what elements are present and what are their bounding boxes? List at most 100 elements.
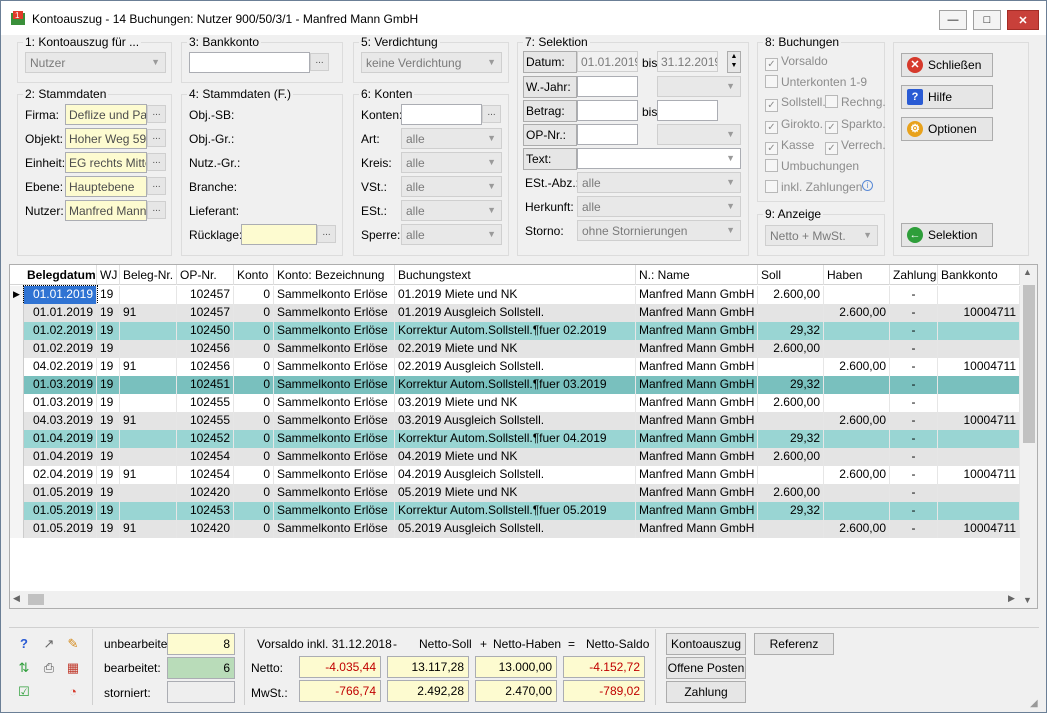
datum-bis-field[interactable]: 31.12.2019 — [657, 51, 718, 72]
vertical-scrollbar[interactable]: ▲ ▼ — [1020, 265, 1037, 608]
sperre-select[interactable]: alle ▼ — [401, 224, 502, 245]
einheit-field[interactable]: EG rechts Mitte, — [65, 152, 147, 173]
opnr-button[interactable]: OP-Nr.: — [523, 124, 577, 146]
table-export-icon[interactable]: ▦ — [62, 657, 84, 679]
text-button[interactable]: Text: — [523, 148, 577, 170]
horizontal-scroll-thumb[interactable] — [28, 594, 44, 605]
scroll-right-icon[interactable]: ▶ — [1008, 593, 1015, 604]
offene-posten-button[interactable]: Offene Posten — [666, 657, 746, 679]
einheit-browse-button[interactable]: ... — [147, 153, 166, 171]
umbuchungen-checkbox[interactable]: Umbuchungen — [765, 159, 859, 173]
ruecklage-field[interactable] — [241, 224, 317, 245]
betrag-von-field[interactable] — [577, 100, 638, 121]
table-row[interactable]: 01.02.2019 19 102450 0 Sammelkonto Erlöse Kor… — [10, 322, 1023, 340]
checkmark-icon[interactable]: ☑ — [13, 681, 35, 703]
hilfe-button[interactable]: ? Hilfe — [901, 85, 993, 109]
kontoauszug-fuer-select[interactable]: Nutzer ▼ — [25, 52, 166, 73]
anzeige-select[interactable]: Netto + MwSt. ▼ — [765, 225, 878, 246]
column-header-konto-bezeichnung[interactable]: Konto: Bezeichnung — [274, 265, 395, 285]
inkl-zahlungen-checkbox[interactable]: inkl. Zahlungen — [765, 180, 862, 194]
opnr-select[interactable]: ▼ — [657, 124, 741, 145]
column-header-soll[interactable]: Soll — [758, 265, 824, 285]
help-icon[interactable]: ? — [13, 633, 35, 655]
table-row[interactable]: 01.03.2019 19 102455 0 Sammelkonto Erlöse 03.… — [10, 394, 1023, 412]
kontoauszug-button[interactable]: Kontoauszug — [666, 633, 746, 655]
ruecklage-browse-button[interactable]: ... — [317, 225, 336, 243]
verrech-checkbox[interactable]: ✓ Verrech. — [825, 138, 886, 155]
column-header-n-name[interactable]: N.: Name — [636, 265, 758, 285]
table-row[interactable]: 04.02.2019 19 91 102456 0 Sammelkonto Erlöse 0… — [10, 358, 1023, 376]
column-header-belegdatum[interactable]: Belegdatum — [24, 265, 97, 285]
vertical-scroll-thumb[interactable] — [1023, 285, 1035, 443]
table-row[interactable]: 04.03.2019 19 91 102455 0 Sammelkonto Erlöse 0… — [10, 412, 1023, 430]
resize-grip-icon[interactable]: ◢ — [1030, 698, 1038, 709]
objekt-field[interactable]: Hoher Weg 59 : — [65, 128, 147, 149]
table-row[interactable]: 01.05.2019 19 102453 0 Sammelkonto Erlöse Kor… — [10, 502, 1023, 520]
scroll-left-icon[interactable]: ◀ — [13, 593, 20, 604]
ebene-field[interactable]: Hauptebene — [65, 176, 147, 197]
scroll-down-icon[interactable]: ▼ — [1023, 595, 1032, 605]
row-selector[interactable] — [10, 466, 24, 484]
estabz-select[interactable]: alle ▼ — [577, 172, 741, 193]
row-selector[interactable] — [10, 484, 24, 502]
column-header-buchungstext[interactable]: Buchungstext — [395, 265, 636, 285]
column-header-wj[interactable]: WJ — [97, 265, 120, 285]
kasse-checkbox[interactable]: ✓ Kasse — [765, 138, 814, 155]
unterkonten-checkbox[interactable]: Unterkonten 1-9 — [765, 75, 867, 89]
table-row[interactable]: ▶ 01.01.2019 19 102457 0 Sammelkonto Erlöse 01… — [10, 285, 1023, 305]
text-select[interactable]: ▼ — [577, 148, 741, 169]
zahlung-button[interactable]: Zahlung — [666, 681, 746, 703]
verdichtung-select[interactable]: keine Verdichtung ▼ — [361, 52, 502, 73]
refresh-icon[interactable]: ⇅ — [13, 657, 35, 679]
schliessen-button[interactable]: ✕ Schließen — [901, 53, 993, 77]
row-selector[interactable] — [10, 340, 24, 358]
row-selector[interactable] — [10, 358, 24, 376]
referenz-button[interactable]: Referenz — [754, 633, 834, 655]
row-selector[interactable] — [10, 520, 24, 538]
nutzer-field[interactable]: Manfred Mann ( — [65, 200, 147, 221]
optionen-button[interactable]: ⚙ Optionen — [901, 117, 993, 141]
cursor-icon[interactable]: ↗ — [38, 633, 60, 655]
wjahr-select[interactable]: ▼ — [657, 76, 741, 97]
sparkto-checkbox[interactable]: ✓ Sparkto. — [825, 117, 886, 134]
column-header-zahlung[interactable]: Zahlung — [890, 265, 938, 285]
herkunft-select[interactable]: alle ▼ — [577, 196, 741, 217]
rechng-checkbox[interactable]: Rechng. — [825, 95, 886, 109]
firma-field[interactable]: Deflize und Part — [65, 104, 147, 125]
nutzer-browse-button[interactable]: ... — [147, 201, 166, 219]
pencil-icon[interactable]: ✎ — [62, 633, 84, 655]
printer-icon[interactable]: ⎙ — [38, 657, 60, 679]
wjahr-field[interactable] — [577, 76, 638, 97]
row-selector[interactable] — [10, 304, 24, 322]
column-header-op-nr[interactable]: OP-Nr. — [177, 265, 234, 285]
datum-spinner[interactable]: ▲ ▼ — [727, 51, 741, 73]
scroll-up-icon[interactable]: ▲ — [1023, 267, 1032, 277]
column-header-bankkonto[interactable]: Bankkonto — [938, 265, 1020, 285]
bankkonto-field[interactable] — [189, 52, 310, 73]
table-row[interactable]: 01.02.2019 19 102456 0 Sammelkonto Erlöse 02.… — [10, 340, 1023, 358]
horizontal-scrollbar[interactable]: ◀ ▶ — [10, 591, 1022, 608]
column-header-beleg-nr[interactable]: Beleg-Nr. — [120, 265, 177, 285]
table-row[interactable]: 02.04.2019 19 91 102454 0 Sammelkonto Erlöse 0… — [10, 466, 1023, 484]
table-row[interactable]: 01.03.2019 19 102451 0 Sammelkonto Erlöse Kor… — [10, 376, 1023, 394]
firma-browse-button[interactable]: ... — [147, 105, 166, 123]
opnr-field[interactable] — [577, 124, 638, 145]
column-header-konto[interactable]: Konto — [234, 265, 274, 285]
table-row[interactable]: 01.05.2019 19 102420 0 Sammelkonto Erlöse 05.… — [10, 484, 1023, 502]
selektion-button[interactable]: ← Selektion — [901, 223, 993, 247]
maximize-button[interactable]: □ — [973, 10, 1001, 30]
chart-icon[interactable]: ◔ — [62, 681, 84, 703]
betrag-bis-field[interactable] — [657, 100, 718, 121]
table-row[interactable]: 01.01.2019 19 91 102457 0 Sammelkonto Erlöse 0… — [10, 304, 1023, 322]
art-select[interactable]: alle ▼ — [401, 128, 502, 149]
row-selector[interactable] — [10, 448, 24, 466]
row-selector[interactable] — [10, 412, 24, 430]
info-icon[interactable]: i — [862, 180, 873, 191]
wjahr-button[interactable]: W.-Jahr: — [523, 76, 577, 98]
bankkonto-browse-button[interactable]: ... — [310, 53, 329, 71]
table-row[interactable]: 01.04.2019 19 102454 0 Sammelkonto Erlöse 04.… — [10, 448, 1023, 466]
row-selector[interactable] — [10, 376, 24, 394]
ebene-browse-button[interactable]: ... — [147, 177, 166, 195]
objekt-browse-button[interactable]: ... — [147, 129, 166, 147]
girokto-checkbox[interactable]: ✓ Girokto. — [765, 117, 823, 134]
